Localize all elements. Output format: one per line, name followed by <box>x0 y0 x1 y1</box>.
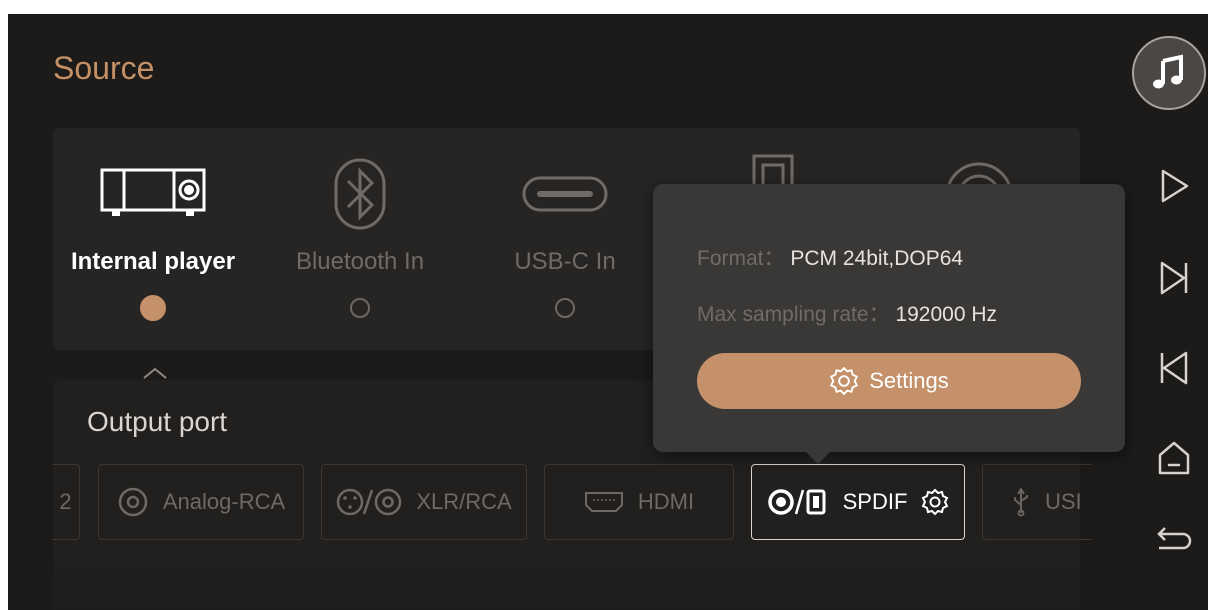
port-label: HDMI <box>637 489 695 514</box>
usb-icon <box>1014 487 1028 517</box>
format-key: Format： <box>697 247 785 270</box>
page-title: Source <box>53 50 155 86</box>
music-button[interactable] <box>1132 36 1206 110</box>
port-xlr-rca[interactable]: XLR/RCA <box>321 464 527 540</box>
sampling-rate-row: Max sampling rate： 192000 Hz <box>697 298 997 328</box>
screen: Source Internal player Bluetooth In USB-… <box>8 14 1208 610</box>
usb-c-icon <box>520 154 610 234</box>
home-button[interactable] <box>1152 436 1196 480</box>
port-analog-rca[interactable]: Analog-RCA <box>98 464 304 540</box>
play-icon <box>1161 169 1189 203</box>
settings-button[interactable]: Settings <box>697 353 1081 409</box>
spdif-icon <box>767 489 826 515</box>
hdmi-icon <box>584 492 623 512</box>
port-spdif[interactable]: SPDIF <box>751 464 965 540</box>
back-icon <box>1157 527 1192 550</box>
gear-icon <box>830 366 859 396</box>
xlr-rca-icon <box>337 488 402 516</box>
back-button[interactable] <box>1152 520 1196 564</box>
previous-track-button[interactable] <box>1152 346 1196 390</box>
format-row: Format： PCM 24bit,DOP64 <box>697 242 963 272</box>
home-icon <box>1158 441 1190 475</box>
gear-icon[interactable] <box>921 488 949 516</box>
port-usb[interactable]: USI <box>982 464 1092 540</box>
port-label: USI <box>1045 489 1082 514</box>
port-label: Analog-RCA <box>162 489 286 514</box>
port-label: XLR/RCA <box>416 489 512 514</box>
source-internal-player[interactable]: Internal player <box>53 128 253 350</box>
source-radio-selected[interactable] <box>140 295 166 321</box>
source-label: Bluetooth In <box>295 248 425 275</box>
port-label: SPDIF <box>842 489 908 514</box>
source-radio[interactable] <box>555 298 575 318</box>
source-usb-c[interactable]: USB-C In <box>465 128 665 350</box>
port-hdmi[interactable]: HDMI <box>544 464 734 540</box>
port-partial-left[interactable]: 2 <box>52 464 80 540</box>
popup-tail <box>806 452 830 464</box>
play-button[interactable] <box>1152 164 1196 208</box>
next-track-button[interactable] <box>1152 256 1196 300</box>
settings-label: Settings <box>869 368 949 393</box>
next-track-icon <box>1160 261 1188 295</box>
format-value: PCM 24bit,DOP64 <box>790 247 964 270</box>
music-note-icon <box>1153 54 1183 89</box>
previous-track-icon <box>1160 351 1188 385</box>
bluetooth-icon <box>332 154 388 234</box>
source-label: Internal player <box>70 248 236 275</box>
selection-caret-icon <box>143 367 167 379</box>
internal-player-icon <box>98 154 208 234</box>
port-label: 2 <box>59 489 72 514</box>
source-radio[interactable] <box>350 298 370 318</box>
bottom-fade <box>53 548 1080 610</box>
rca-icon <box>118 487 148 517</box>
sampling-rate-value: 192000 Hz <box>895 303 997 326</box>
source-label: USB-C In <box>514 248 616 275</box>
sampling-rate-key: Max sampling rate： <box>697 303 890 326</box>
format-info-popup: Format： PCM 24bit,DOP64 Max sampling rat… <box>653 184 1125 464</box>
source-bluetooth[interactable]: Bluetooth In <box>260 128 460 350</box>
output-port-title: Output port <box>87 406 228 437</box>
